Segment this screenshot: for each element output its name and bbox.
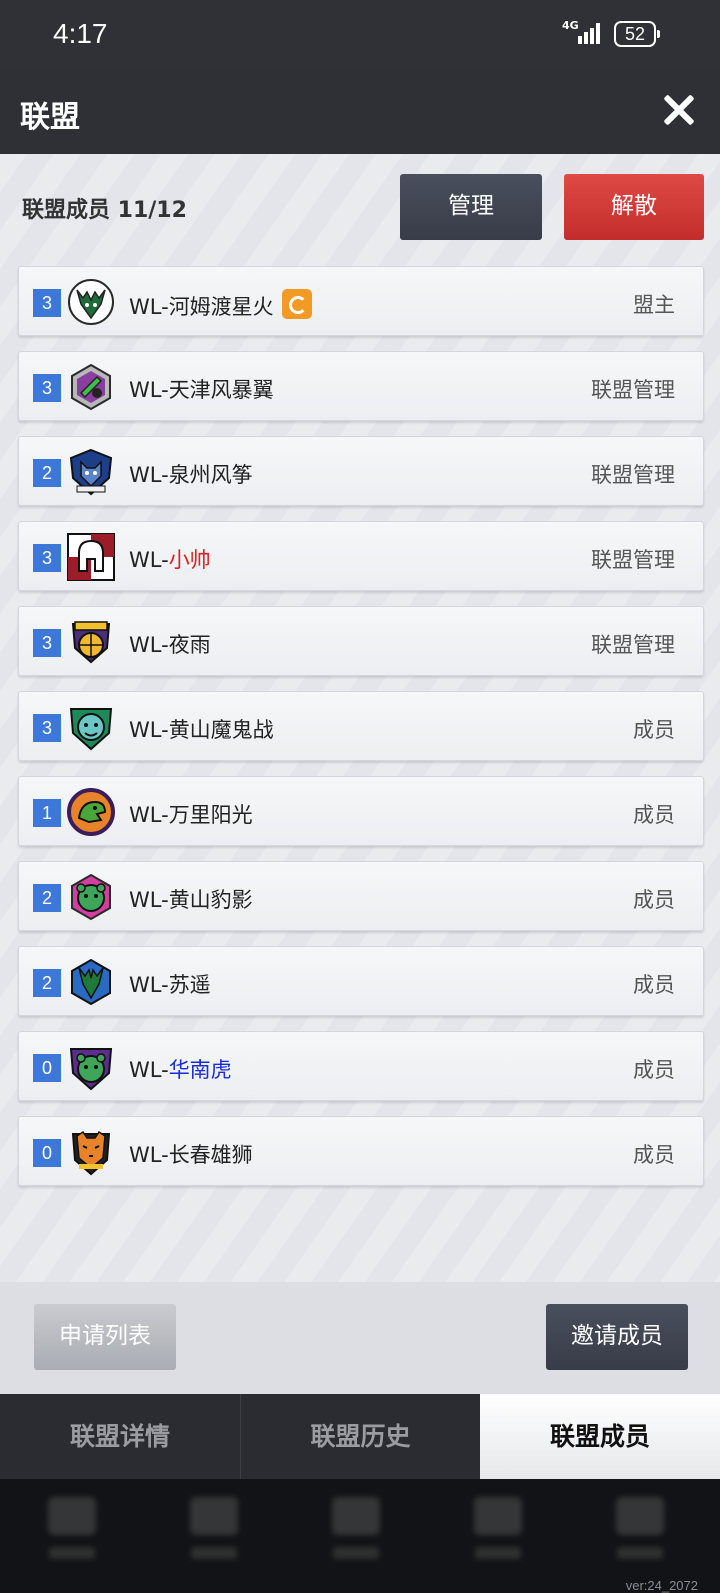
status-bar: 4:17 4G 52 (0, 0, 720, 68)
level-badge: 3 (33, 629, 61, 657)
member-name: WL-苏遥 (129, 973, 211, 997)
tab-league-history[interactable]: 联盟历史 (240, 1394, 480, 1479)
blurred-nav-item (42, 1497, 102, 1567)
member-name: WL-河姆渡星火 (129, 289, 312, 321)
level-badge: 3 (33, 714, 61, 742)
level-badge: 0 (33, 1054, 61, 1082)
game-nav-background (0, 1479, 720, 1593)
member-name: WL-天津风暴翼 (129, 378, 274, 402)
member-role: 成员 (633, 718, 675, 742)
level-badge: 2 (33, 884, 61, 912)
level-badge: 3 (33, 374, 61, 402)
member-role: 联盟管理 (591, 378, 675, 402)
level-badge: 2 (33, 969, 61, 997)
member-role: 联盟管理 (591, 548, 675, 572)
disband-button[interactable]: 解散 (564, 174, 704, 240)
member-row[interactable]: 0 WL-华南虎 成员 (18, 1031, 704, 1101)
member-list: 3 WL-河姆渡星火 盟主 3 WL-天津风暴翼 联盟管理 2 WL-泉州风筝 … (18, 266, 704, 1201)
member-row[interactable]: 3 WL-夜雨 联盟管理 (18, 606, 704, 676)
network-type: 4G (562, 19, 579, 32)
member-row[interactable]: 0 WL-长春雄狮 成员 (18, 1116, 704, 1186)
level-badge: 0 (33, 1139, 61, 1167)
blurred-nav-item (610, 1497, 670, 1567)
member-name: WL-泉州风筝 (129, 463, 253, 487)
member-name: WL-黄山豹影 (129, 888, 253, 912)
member-role: 成员 (633, 888, 675, 912)
member-row[interactable]: 1 WL-万里阳光 成员 (18, 776, 704, 846)
tab-league-details[interactable]: 联盟详情 (0, 1394, 240, 1479)
level-badge: 3 (33, 289, 61, 317)
dinosaur-circle-icon (67, 788, 115, 836)
spartan-helmet-icon (67, 533, 115, 581)
member-role: 联盟管理 (591, 633, 675, 657)
bear-shield-icon (69, 708, 113, 751)
member-role: 成员 (633, 1058, 675, 1082)
level-badge: 3 (33, 544, 61, 572)
close-icon[interactable] (660, 91, 698, 129)
member-name: WL-黄山魔鬼战 (129, 718, 274, 742)
member-row[interactable]: 3 WL-河姆渡星火 盟主 (18, 266, 704, 336)
battery-icon: 52 (614, 21, 660, 47)
dialog-header: 联盟 (0, 68, 720, 154)
member-role: 盟主 (633, 293, 675, 317)
tab-bar: 联盟详情 联盟历史 联盟成员 (0, 1394, 720, 1479)
member-name: WL-长春雄狮 (129, 1143, 253, 1167)
member-name: WL-华南虎 (129, 1058, 232, 1082)
member-row[interactable]: 3 WL-天津风暴翼 联盟管理 (18, 351, 704, 421)
page-title: 联盟 (20, 100, 80, 135)
transfer-icon[interactable] (281, 289, 312, 319)
tiger-crest-icon (71, 1130, 111, 1176)
member-row[interactable]: 2 WL-黄山豹影 成员 (18, 861, 704, 931)
deer-shield-icon (71, 958, 111, 1006)
blurred-nav-item (326, 1497, 386, 1567)
member-row[interactable]: 3 WL-小帅 联盟管理 (18, 521, 704, 591)
member-name: WL-万里阳光 (129, 803, 253, 827)
member-role: 成员 (633, 1143, 675, 1167)
bear-hexagon-icon (71, 873, 111, 921)
member-name: WL-夜雨 (129, 633, 211, 657)
member-role: 联盟管理 (591, 463, 675, 487)
status-time: 4:17 (53, 18, 108, 49)
member-count-label: 联盟成员 11/12 (22, 198, 187, 223)
member-role: 成员 (633, 973, 675, 997)
member-row[interactable]: 2 WL-苏遥 成员 (18, 946, 704, 1016)
rocket-hexagon-icon (71, 363, 111, 411)
bottom-action-bar: 申请列表 邀请成员 (0, 1282, 720, 1394)
bucks-deer-icon (68, 279, 114, 325)
level-badge: 2 (33, 459, 61, 487)
blurred-nav-item (468, 1497, 528, 1567)
invite-member-button[interactable]: 邀请成员 (546, 1304, 688, 1370)
member-role: 成员 (633, 803, 675, 827)
member-row[interactable]: 3 WL-黄山魔鬼战 成员 (18, 691, 704, 761)
members-panel: 联盟成员 11/12 管理 解散 3 WL-河姆渡星火 盟主 3 WL-天津风暴… (0, 154, 720, 1282)
level-badge: 1 (33, 799, 61, 827)
tab-league-members[interactable]: 联盟成员 (480, 1394, 720, 1479)
manage-button[interactable]: 管理 (400, 174, 542, 240)
basketball-crest-icon (71, 621, 111, 664)
wolf-shield-icon (69, 448, 113, 496)
blurred-nav-item (184, 1497, 244, 1567)
member-row[interactable]: 2 WL-泉州风筝 联盟管理 (18, 436, 704, 506)
member-name: WL-小帅 (129, 548, 211, 572)
apply-list-button[interactable]: 申请列表 (34, 1304, 176, 1370)
bear-purple-shield-icon (69, 1048, 113, 1091)
version-label: ver:24_2072 (625, 1578, 698, 1593)
